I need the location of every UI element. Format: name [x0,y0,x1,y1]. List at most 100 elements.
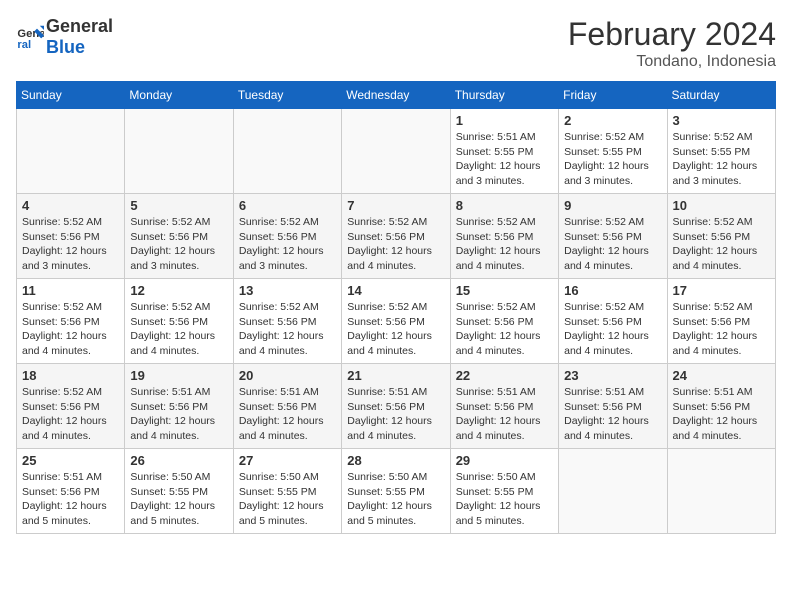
calendar-table: SundayMondayTuesdayWednesdayThursdayFrid… [16,81,776,534]
logo-text-blue: Blue [46,37,113,58]
svg-text:ral: ral [17,39,31,51]
day-number: 2 [564,113,661,128]
calendar-cell: 3 Sunrise: 5:52 AM Sunset: 5:55 PM Daylig… [667,109,775,194]
page-title: February 2024 [568,16,776,53]
day-number: 21 [347,368,444,383]
day-info: Sunrise: 5:52 AM Sunset: 5:56 PM Dayligh… [564,300,661,359]
day-number: 7 [347,198,444,213]
day-info: Sunrise: 5:52 AM Sunset: 5:56 PM Dayligh… [22,215,119,274]
day-number: 3 [673,113,770,128]
calendar-cell: 9 Sunrise: 5:52 AM Sunset: 5:56 PM Daylig… [559,194,667,279]
header-sunday: Sunday [17,82,125,109]
day-info: Sunrise: 5:52 AM Sunset: 5:56 PM Dayligh… [673,300,770,359]
calendar-cell: 19 Sunrise: 5:51 AM Sunset: 5:56 PM Dayli… [125,364,233,449]
day-number: 9 [564,198,661,213]
calendar-week-row: 1Sunrise: 5:51 AM Sunset: 5:55 PM Daylig… [17,109,776,194]
calendar-week-row: 11 Sunrise: 5:52 AM Sunset: 5:56 PM Dayli… [17,279,776,364]
calendar-cell: 21 Sunrise: 5:51 AM Sunset: 5:56 PM Dayli… [342,364,450,449]
day-number: 19 [130,368,227,383]
day-info: Sunrise: 5:52 AM Sunset: 5:56 PM Dayligh… [456,300,553,359]
day-info: Sunrise: 5:52 AM Sunset: 5:56 PM Dayligh… [130,215,227,274]
day-info: Sunrise: 5:52 AM Sunset: 5:55 PM Dayligh… [564,130,661,189]
calendar-cell: 20 Sunrise: 5:51 AM Sunset: 5:56 PM Dayli… [233,364,341,449]
calendar-cell: 8 Sunrise: 5:52 AM Sunset: 5:56 PM Daylig… [450,194,558,279]
calendar-header-row: SundayMondayTuesdayWednesdayThursdayFrid… [17,82,776,109]
day-number: 16 [564,283,661,298]
day-number: 27 [239,453,336,468]
day-info: Sunrise: 5:50 AM Sunset: 5:55 PM Dayligh… [347,470,444,529]
title-block: February 2024 Tondano, Indonesia [568,16,776,71]
calendar-week-row: 18Sunrise: 5:52 AM Sunset: 5:56 PM Dayli… [17,364,776,449]
calendar-cell: 13Sunrise: 5:52 AM Sunset: 5:56 PM Dayli… [233,279,341,364]
day-number: 15 [456,283,553,298]
header-wednesday: Wednesday [342,82,450,109]
calendar-cell: 27 Sunrise: 5:50 AM Sunset: 5:55 PM Dayli… [233,449,341,534]
day-info: Sunrise: 5:51 AM Sunset: 5:56 PM Dayligh… [22,470,119,529]
calendar-cell: 25 Sunrise: 5:51 AM Sunset: 5:56 PM Dayli… [17,449,125,534]
day-number: 26 [130,453,227,468]
calendar-cell: 14Sunrise: 5:52 AM Sunset: 5:56 PM Dayli… [342,279,450,364]
calendar-cell: 16 Sunrise: 5:52 AM Sunset: 5:56 PM Dayli… [559,279,667,364]
logo-icon: Gene ral [16,23,44,51]
calendar-cell: 18Sunrise: 5:52 AM Sunset: 5:56 PM Dayli… [17,364,125,449]
day-info: Sunrise: 5:52 AM Sunset: 5:55 PM Dayligh… [673,130,770,189]
day-info: Sunrise: 5:51 AM Sunset: 5:56 PM Dayligh… [564,385,661,444]
calendar-cell: 22Sunrise: 5:51 AM Sunset: 5:56 PM Dayli… [450,364,558,449]
day-number: 11 [22,283,119,298]
day-info: Sunrise: 5:51 AM Sunset: 5:56 PM Dayligh… [673,385,770,444]
calendar-week-row: 4 Sunrise: 5:52 AM Sunset: 5:56 PM Daylig… [17,194,776,279]
day-info: Sunrise: 5:50 AM Sunset: 5:55 PM Dayligh… [456,470,553,529]
day-number: 18 [22,368,119,383]
day-info: Sunrise: 5:52 AM Sunset: 5:56 PM Dayligh… [22,300,119,359]
day-number: 14 [347,283,444,298]
day-info: Sunrise: 5:52 AM Sunset: 5:56 PM Dayligh… [239,300,336,359]
calendar-week-row: 25 Sunrise: 5:51 AM Sunset: 5:56 PM Dayli… [17,449,776,534]
day-info: Sunrise: 5:51 AM Sunset: 5:56 PM Dayligh… [239,385,336,444]
day-number: 17 [673,283,770,298]
day-number: 6 [239,198,336,213]
day-number: 4 [22,198,119,213]
day-number: 28 [347,453,444,468]
logo: Gene ral General Blue [16,16,113,57]
calendar-cell: 12Sunrise: 5:52 AM Sunset: 5:56 PM Dayli… [125,279,233,364]
calendar-cell: 15 Sunrise: 5:52 AM Sunset: 5:56 PM Dayli… [450,279,558,364]
day-number: 8 [456,198,553,213]
day-info: Sunrise: 5:51 AM Sunset: 5:56 PM Dayligh… [347,385,444,444]
calendar-cell [233,109,341,194]
header-monday: Monday [125,82,233,109]
day-info: Sunrise: 5:52 AM Sunset: 5:56 PM Dayligh… [130,300,227,359]
calendar-cell: 23 Sunrise: 5:51 AM Sunset: 5:56 PM Dayli… [559,364,667,449]
calendar-cell [667,449,775,534]
calendar-cell [559,449,667,534]
page-header: Gene ral General Blue February 2024 Tond… [16,16,776,71]
calendar-cell [342,109,450,194]
day-number: 25 [22,453,119,468]
calendar-cell: 10 Sunrise: 5:52 AM Sunset: 5:56 PM Dayli… [667,194,775,279]
header-friday: Friday [559,82,667,109]
day-info: Sunrise: 5:50 AM Sunset: 5:55 PM Dayligh… [239,470,336,529]
day-number: 20 [239,368,336,383]
day-info: Sunrise: 5:51 AM Sunset: 5:56 PM Dayligh… [456,385,553,444]
calendar-cell: 1Sunrise: 5:51 AM Sunset: 5:55 PM Daylig… [450,109,558,194]
day-number: 24 [673,368,770,383]
day-info: Sunrise: 5:52 AM Sunset: 5:56 PM Dayligh… [673,215,770,274]
calendar-cell: 11 Sunrise: 5:52 AM Sunset: 5:56 PM Dayli… [17,279,125,364]
day-info: Sunrise: 5:50 AM Sunset: 5:55 PM Dayligh… [130,470,227,529]
calendar-cell: 29 Sunrise: 5:50 AM Sunset: 5:55 PM Dayli… [450,449,558,534]
day-info: Sunrise: 5:52 AM Sunset: 5:56 PM Dayligh… [456,215,553,274]
logo-text-general: General [46,16,113,37]
day-number: 5 [130,198,227,213]
day-number: 1 [456,113,553,128]
calendar-cell: 28 Sunrise: 5:50 AM Sunset: 5:55 PM Dayli… [342,449,450,534]
day-number: 10 [673,198,770,213]
calendar-cell: 26 Sunrise: 5:50 AM Sunset: 5:55 PM Dayli… [125,449,233,534]
day-number: 23 [564,368,661,383]
day-info: Sunrise: 5:51 AM Sunset: 5:56 PM Dayligh… [130,385,227,444]
calendar-cell [125,109,233,194]
header-saturday: Saturday [667,82,775,109]
calendar-cell: 4 Sunrise: 5:52 AM Sunset: 5:56 PM Daylig… [17,194,125,279]
header-thursday: Thursday [450,82,558,109]
day-number: 29 [456,453,553,468]
day-info: Sunrise: 5:52 AM Sunset: 5:56 PM Dayligh… [564,215,661,274]
header-tuesday: Tuesday [233,82,341,109]
